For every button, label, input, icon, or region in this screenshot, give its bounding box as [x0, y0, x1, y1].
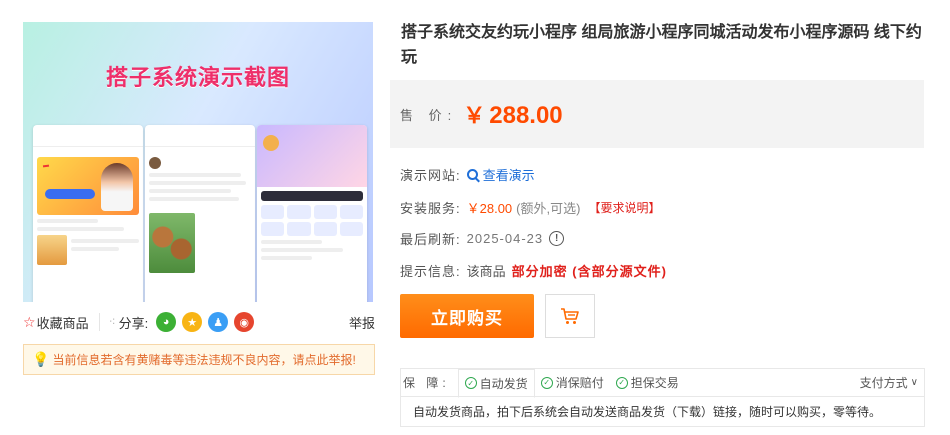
guarantee-bar: 保 障: ✓ 自动发货 ✓ 消保赔付 ✓ 担保交易 支付方式 ∨: [400, 368, 925, 398]
notice-text: 当前信息若含有黄赌毒等违法违规不良内容，请点此举报!: [52, 353, 356, 367]
price-amount: 288.00: [489, 102, 563, 129]
install-label: 安装服务:: [400, 200, 461, 216]
qq-icon[interactable]: ♟: [208, 312, 229, 332]
share-group: ⁖ 分享: ◕ ★ ♟ ◉: [109, 312, 255, 332]
price-value: ￥ 288.00: [463, 98, 562, 130]
share-icon: ⁖: [108, 315, 116, 329]
favorite-button[interactable]: ☆ 收藏商品: [23, 313, 89, 332]
check-icon: ✓: [615, 376, 628, 389]
star-icon: ☆: [23, 313, 36, 330]
currency-symbol: ￥: [463, 103, 486, 128]
chevron-down-icon: ∨: [910, 377, 918, 388]
demo-label: 演示网站:: [400, 167, 461, 183]
favorite-label: 收藏商品: [36, 315, 89, 331]
demo-row: 演示网站: 查看演示: [400, 164, 535, 184]
install-row: 安装服务: ￥28.00 (额外,可选) 【要求说明】: [400, 197, 660, 217]
guarantee-label: 保 障:: [403, 376, 450, 390]
search-icon: [466, 168, 478, 180]
add-to-cart-button[interactable]: [545, 294, 595, 338]
tip-label: 提示信息:: [400, 263, 461, 279]
tab-label: 消保赔付: [555, 376, 604, 390]
tip-prefix: 该商品: [466, 263, 506, 279]
report-link[interactable]: 举报: [349, 313, 375, 332]
phone-screenshot: [145, 125, 255, 302]
tab-label: 担保交易: [630, 376, 679, 390]
wechat-icon[interactable]: ◕: [156, 312, 177, 332]
product-image[interactable]: 搭子系统演示截图: [23, 22, 373, 302]
buy-now-button[interactable]: 立即购买: [400, 294, 534, 338]
price-label: 售 价:: [400, 107, 458, 123]
weibo-icon[interactable]: ◉: [234, 312, 255, 332]
cart-icon: [561, 308, 579, 324]
tab-label: 自动发货: [479, 376, 528, 391]
refresh-date: 2025-04-23: [466, 230, 544, 246]
payment-methods-dropdown[interactable]: 支付方式 ∨: [860, 374, 918, 391]
check-icon: ✓: [540, 376, 553, 389]
report-notice[interactable]: 💡 当前信息若含有黄赌毒等违法违规不良内容，请点此举报!: [23, 344, 375, 375]
tab-auto-delivery[interactable]: ✓ 自动发货: [457, 368, 535, 398]
payment-label: 支付方式: [859, 376, 908, 390]
divider: [98, 313, 100, 331]
install-note: (额外,可选): [516, 200, 581, 216]
install-requirements-link[interactable]: 【要求说明】: [588, 199, 660, 216]
demo-link[interactable]: 查看演示: [466, 165, 535, 184]
tab-escrow[interactable]: ✓ 担保交易: [610, 369, 685, 397]
info-circle-icon[interactable]: !: [549, 230, 565, 246]
check-icon: ✓: [464, 377, 477, 389]
demo-link-text: 查看演示: [482, 167, 535, 183]
phone-screenshot: [257, 125, 367, 302]
image-headline: 搭子系统演示截图: [105, 66, 290, 91]
install-price: ￥28.00: [466, 200, 513, 216]
product-actions: ☆ 收藏商品 ⁖ 分享: ◕ ★ ♟ ◉ 举报: [23, 312, 375, 332]
refresh-label: 最后刷新:: [400, 231, 461, 247]
refresh-row: 最后刷新: 2025-04-23 !: [400, 228, 565, 248]
phone-screenshot: [33, 125, 143, 302]
tip-row: 提示信息: 该商品 部分加密 (含部分源文件): [400, 260, 667, 280]
qzone-icon[interactable]: ★: [182, 312, 203, 332]
product-title: 搭子系统交友约玩小程序 组局旅游小程序同城活动发布小程序源码 线下约玩: [401, 24, 922, 66]
tab-consumer-protection[interactable]: ✓ 消保赔付: [535, 369, 610, 397]
guarantee-description: 自动发货商品，拍下后系统会自动发送商品发货（下载）链接，随时可以购买，零等待。: [400, 396, 925, 427]
lightbulb-icon: 💡: [32, 351, 50, 367]
share-label: 分享:: [118, 315, 149, 331]
price-panel: 售 价: ￥ 288.00: [390, 80, 924, 148]
tip-highlight: 部分加密 (含部分源文件): [511, 263, 667, 279]
